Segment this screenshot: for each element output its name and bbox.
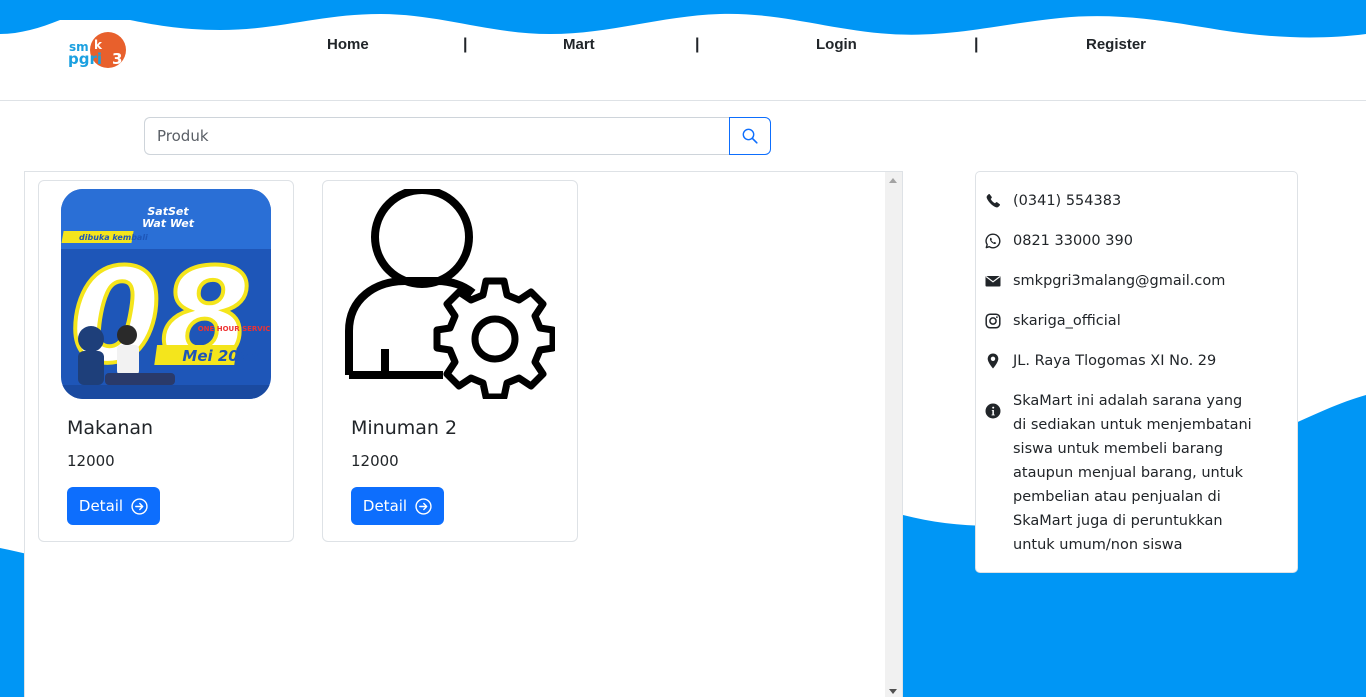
search-button[interactable] (729, 117, 771, 155)
product-card: SatSet Wat Wet dibuka kembali 08 Mei 202… (38, 180, 294, 542)
instagram-handle: skariga_official (1013, 313, 1121, 329)
vertical-scrollbar[interactable] (885, 172, 902, 697)
product-image-placeholder (345, 189, 555, 399)
detail-label: Detail (362, 497, 408, 515)
product-detail-button[interactable]: Detail (351, 487, 444, 525)
nav-home[interactable]: Home (327, 36, 369, 53)
svg-text:Wat Wet: Wat Wet (142, 217, 195, 230)
detail-label: Detail (78, 497, 124, 515)
whatsapp-number: 0821 33000 390 (1013, 233, 1133, 249)
whatsapp-icon (984, 232, 1002, 250)
product-name: Makanan (67, 417, 154, 439)
contact-instagram: skariga_official (984, 309, 1121, 333)
envelope-icon (984, 272, 1002, 290)
top-navbar: Home | Mart | Login | Register (0, 0, 1366, 100)
product-price: 12000 (351, 452, 399, 470)
svg-text:Mei 2023: Mei 2023 (182, 347, 259, 365)
about-description: SkaMart ini adalah sarana yang di sediak… (1013, 393, 1252, 553)
user-gear-icon (345, 189, 555, 399)
contact-address: JL. Raya Tlogomas XI No. 29 (984, 349, 1216, 373)
search-icon (742, 128, 758, 144)
arrow-right-circle-icon (131, 497, 148, 515)
search-input[interactable] (144, 117, 729, 155)
scroll-up-arrow-icon[interactable] (889, 178, 897, 183)
email-address: smkpgri3malang@gmail.com (1013, 273, 1226, 289)
contact-info-panel: (0341) 554383 0821 33000 390 smkpgri3mal… (975, 171, 1298, 573)
instagram-icon (984, 312, 1002, 330)
about-skamart: SkaMart ini adalah sarana yang di sediak… (984, 389, 1253, 557)
contact-phone: (0341) 554383 (984, 189, 1121, 213)
nav-separator: | (695, 36, 700, 53)
phone-number: (0341) 554383 (1013, 193, 1122, 209)
info-circle-icon (984, 402, 1002, 420)
product-image-poster: SatSet Wat Wet dibuka kembali 08 Mei 202… (61, 189, 271, 399)
product-price: 12000 (67, 452, 115, 470)
geo-pin-icon (984, 352, 1002, 370)
nav-mart[interactable]: Mart (563, 36, 595, 53)
svg-text:ONE HOUR SERVICES: ONE HOUR SERVICES (198, 325, 271, 333)
search-form (144, 117, 771, 155)
contact-whatsapp: 0821 33000 390 (984, 229, 1133, 253)
arrow-right-circle-icon (415, 497, 432, 515)
navbar-divider (0, 100, 1366, 101)
product-name: Minuman 2 (351, 417, 458, 439)
nav-separator: | (463, 36, 468, 53)
contact-email: smkpgri3malang@gmail.com (984, 269, 1225, 293)
nav-register[interactable]: Register (1086, 36, 1146, 53)
nav-separator: | (974, 36, 979, 53)
products-panel: SatSet Wat Wet dibuka kembali 08 Mei 202… (24, 171, 903, 697)
telephone-icon (984, 192, 1002, 210)
scroll-down-arrow-icon[interactable] (889, 689, 897, 694)
nav-login[interactable]: Login (816, 36, 857, 53)
address: JL. Raya Tlogomas XI No. 29 (1013, 353, 1217, 369)
product-card: Minuman 2 12000 Detail (322, 180, 578, 542)
product-detail-button[interactable]: Detail (67, 487, 160, 525)
